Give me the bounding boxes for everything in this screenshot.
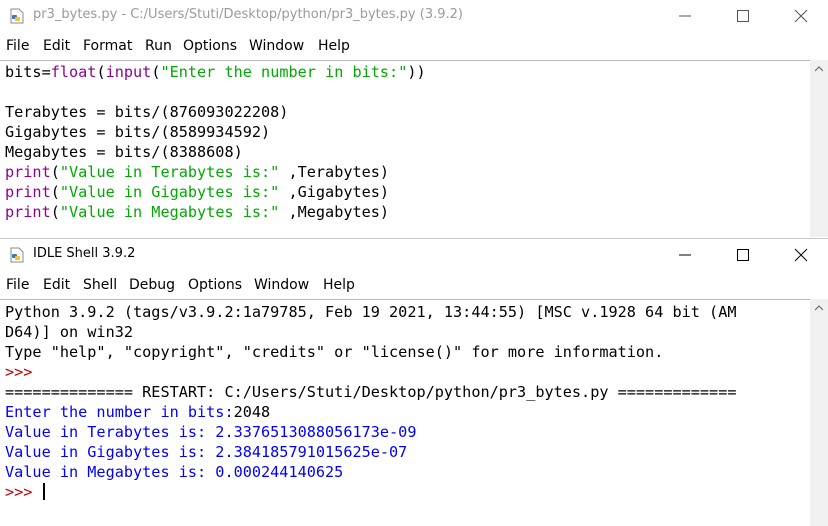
window-title: pr3_bytes.py - C:/Users/Stuti/Desktop/py… — [33, 7, 463, 22]
menu-help[interactable]: Help — [318, 38, 350, 54]
menu-file[interactable]: File — [6, 38, 29, 54]
maximize-icon — [737, 249, 749, 261]
shell-scrollbar[interactable] — [810, 299, 828, 526]
banner-line: Python 3.9.2 (tags/v3.9.2:1a79785, Feb 1… — [5, 303, 737, 321]
input-prompt: Enter the number in bits: — [5, 403, 234, 421]
maximize-button[interactable] — [714, 239, 772, 271]
menu-debug[interactable]: Debug — [129, 277, 175, 293]
code-line: Terabytes = bits/(876093022208) — [5, 103, 289, 121]
menu-window[interactable]: Window — [254, 277, 309, 293]
input-value: 2048 — [233, 403, 271, 421]
scroll-up-arrow-icon[interactable] — [815, 66, 823, 72]
code-line: Gigabytes = bits/(8589934592) — [5, 123, 271, 141]
code-line: Megabytes = bits/(8388608) — [5, 143, 243, 161]
output-line: Value in Terabytes is: 2.337651308805617… — [5, 423, 417, 441]
python-file-icon — [9, 8, 25, 24]
menu-options[interactable]: Options — [188, 277, 242, 293]
code-editor[interactable]: bits=float(input("Enter the number in bi… — [0, 60, 810, 237]
menu-run[interactable]: Run — [145, 38, 172, 54]
menu-options[interactable]: Options — [183, 38, 237, 54]
shell-titlebar[interactable]: IDLE Shell 3.9.2 — [0, 239, 828, 271]
input-line: Enter the number in bits:2048 — [5, 402, 270, 422]
editor-titlebar[interactable]: pr3_bytes.py - C:/Users/Stuti/Desktop/py… — [0, 0, 828, 32]
close-button[interactable] — [772, 0, 828, 32]
code-line: print("Value in Gigabytes is:" ,Gigabyte… — [5, 183, 390, 201]
maximize-icon — [737, 10, 749, 22]
editor-menubar: File Edit Format Run Options Window Help — [0, 34, 828, 58]
python-shell-icon — [9, 247, 25, 263]
menu-help[interactable]: Help — [323, 277, 355, 293]
minimize-button[interactable] — [656, 239, 714, 271]
menu-edit[interactable]: Edit — [43, 277, 70, 293]
code-line: print("Value in Megabytes is:" ,Megabyte… — [5, 203, 390, 221]
menu-file[interactable]: File — [6, 277, 29, 293]
banner-line: D64)] on win32 — [5, 323, 134, 341]
window-title: IDLE Shell 3.9.2 — [33, 246, 136, 261]
banner-line: Type "help", "copyright", "credits" or "… — [5, 343, 664, 361]
close-icon — [794, 248, 808, 262]
code-line: bits=float(input("Enter the number in bi… — [5, 63, 426, 81]
shell-console[interactable]: Python 3.9.2 (tags/v3.9.2:1a79785, Feb 1… — [0, 299, 810, 526]
minimize-icon — [679, 15, 691, 17]
shell-prompt: >>> — [5, 483, 33, 501]
output-line: Value in Gigabytes is: 2.384185791015625… — [5, 443, 408, 461]
menu-format[interactable]: Format — [83, 38, 132, 54]
menu-edit[interactable]: Edit — [43, 38, 70, 54]
output-line: Value in Megabytes is: 0.000244140625 — [5, 463, 344, 481]
maximize-button[interactable] — [714, 0, 772, 32]
editor-scrollbar[interactable] — [810, 60, 828, 237]
shell-window: IDLE Shell 3.9.2 File Edit Shell Debug O… — [0, 238, 828, 526]
minimize-icon — [679, 254, 691, 256]
scroll-up-arrow-icon[interactable] — [815, 305, 823, 311]
shell-prompt: >>> — [5, 363, 33, 381]
shell-menubar: File Edit Shell Debug Options Window Hel… — [0, 273, 828, 297]
editor-window: pr3_bytes.py - C:/Users/Stuti/Desktop/py… — [0, 0, 828, 237]
menu-shell[interactable]: Shell — [83, 277, 117, 293]
code-line: print("Value in Terabytes is:" ,Terabyte… — [5, 163, 390, 181]
close-button[interactable] — [772, 239, 828, 271]
restart-line: ============== RESTART: C:/Users/Stuti/D… — [5, 383, 737, 401]
menu-window[interactable]: Window — [249, 38, 304, 54]
close-icon — [794, 9, 808, 23]
minimize-button[interactable] — [656, 0, 714, 32]
text-cursor — [43, 483, 45, 500]
